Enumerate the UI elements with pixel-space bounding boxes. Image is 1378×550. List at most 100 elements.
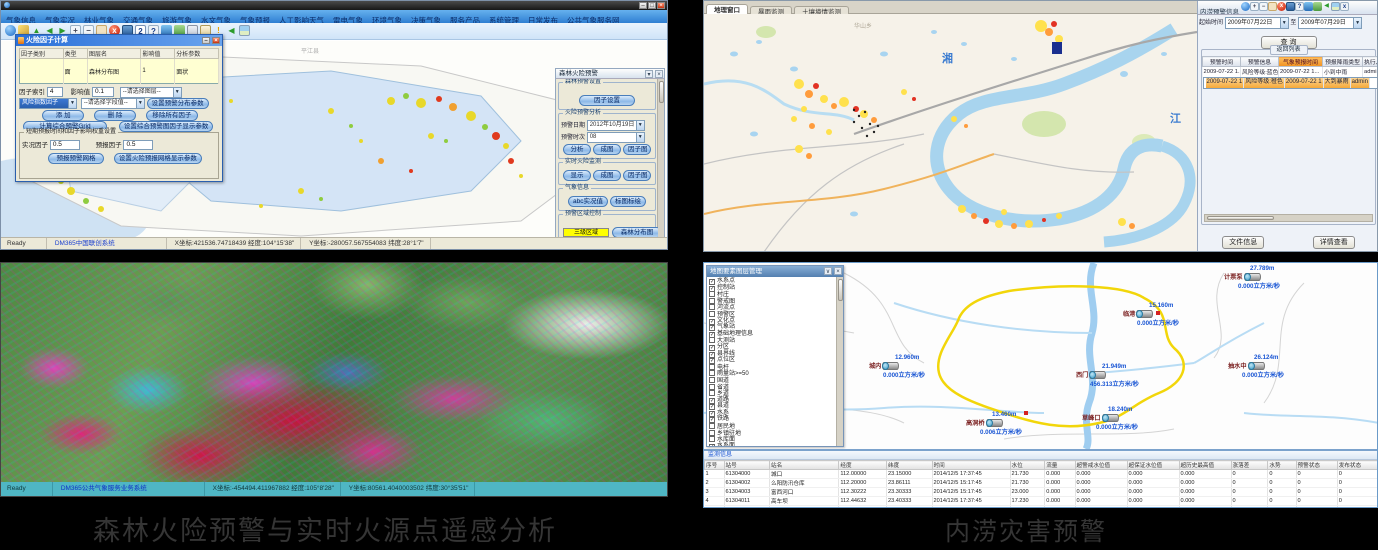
layer-item[interactable]: 警戒图 [709,298,835,305]
station-col-header[interactable]: 纬度 [887,461,933,470]
station-map-canvas[interactable]: 地图要素图层管理 ∨ × ✓水系点✓控制站村庄警戒图河流点预警区✓文化点✓气象站… [704,263,1378,449]
identify-icon[interactable]: ? [1295,2,1304,11]
close-x-icon[interactable]: x [1340,2,1349,11]
remote-sensing-image[interactable] [1,263,667,482]
stop-icon[interactable]: x [1277,2,1286,11]
factor-select[interactable]: 风险指数因子▼ [19,98,77,109]
layer-item[interactable]: 居民地 [709,423,835,430]
station-col-header[interactable]: 水势 [1268,461,1296,470]
impact-input[interactable]: 0.1 [92,87,114,97]
station-col-header[interactable]: 经度 [839,461,887,470]
station-col-header[interactable]: 水位 [1010,461,1045,470]
set-display-button[interactable]: 设置综合预警图因子显示参数 [119,121,214,132]
station-col-header[interactable]: 发布状态 [1337,461,1378,470]
close-button[interactable]: × [657,2,665,9]
layer-checkbox[interactable] [709,430,715,436]
layer-item[interactable]: 电杆 [709,364,835,371]
station-col-header[interactable]: 序号 [705,461,725,470]
factor-table-row[interactable]: 面 森林分布图1 面状 [20,59,219,84]
warning-col-header[interactable]: 预报降雨类型 [1323,57,1363,67]
station-marker[interactable]: 27.789m 计票泵 0.000立方米/秒 [1224,265,1280,290]
station-col-header[interactable]: 预警状态 [1296,461,1337,470]
layer-item[interactable]: ✓县道 [709,403,835,410]
layer-item[interactable]: 乡道 [709,390,835,397]
station-col-header[interactable]: 流量 [1045,461,1075,470]
image-export-icon[interactable] [239,25,250,36]
station-marker[interactable]: 26.124m 抽水中 0.000立方米/秒 [1228,354,1284,379]
station-col-header[interactable]: 超历史最高值 [1179,461,1231,470]
layer-panel-close-button[interactable]: × [834,267,842,275]
file-info-button[interactable]: 文件信息 [1222,236,1264,249]
station-row[interactable]: 461304011高车坝112.4463223.40333 2014/12/5 … [705,497,1378,506]
layer-item[interactable]: ✓点位区 [709,357,835,364]
layer-item[interactable]: 村庄 [709,291,835,298]
layer-item[interactable]: 雨量站>=50 [709,370,835,377]
warning-row[interactable]: 2009-07-22 1...风险等级:蓝色2009-07-22 1...小到中… [1203,67,1378,77]
factor-col-header[interactable]: 分析参数 [175,49,219,59]
date-to-picker[interactable]: 2009年07月29日▼ [1298,17,1362,29]
station-col-header[interactable]: 超保证水位值 [1127,461,1179,470]
layer-item[interactable]: ✓水系面 [709,443,835,446]
forecast-grid-button[interactable]: 预报预警网格 [48,153,104,164]
layer-checkbox[interactable] [709,390,715,396]
pan-hand-icon[interactable] [1268,2,1277,11]
layer-item[interactable]: 预警区 [709,311,835,318]
forecast-factor-input[interactable]: 0.5 [123,140,153,150]
factor-col-header[interactable]: 类型 [63,49,87,59]
layer-checkbox[interactable] [709,298,715,304]
layer-checkbox[interactable] [709,377,715,383]
layer-item[interactable]: ✓基础地理信息 [709,331,835,338]
fire-map-canvas[interactable]: 长沙市 平江县 火险因子计算 – × 因子类别类型图层名影响值分析参数 面 [1,41,667,237]
analysis-button[interactable]: 因子图 [623,144,651,155]
station-col-header[interactable]: 站名 [770,461,839,470]
factor-col-header[interactable]: 图层名 [87,49,140,59]
forecast-display-button[interactable]: 设置火险预报网格显示参数 [114,153,202,164]
layer-checkbox[interactable] [709,436,715,442]
dialog-titlebar[interactable]: 火险因子计算 – × [16,35,222,46]
layer-item[interactable]: 乡镇驻地 [709,430,835,437]
layer-checkbox[interactable]: ✓ [709,444,715,446]
detail-view-button[interactable]: 详情查看 [1313,236,1355,249]
weather-button[interactable]: abc实况值 [568,196,608,207]
maximize-button[interactable]: □ [648,2,656,9]
delete-button[interactable]: 删 除 [94,110,136,121]
factor-col-header[interactable]: 影响值 [141,49,175,59]
warning-col-header[interactable]: 预警信息 [1241,57,1279,67]
warning-col-header[interactable]: 执行人 [1363,57,1378,67]
warning-row[interactable]: 2009-07-22 1风险等级:橙色2009-07-22 1大到暴雨admin [1203,77,1378,89]
layer-item[interactable]: ✓铁路 [709,416,835,423]
warning-time-select[interactable]: 08▼ [587,132,645,143]
layer-item[interactable]: 省道 [709,384,835,391]
add-button[interactable]: 添 加 [42,110,84,121]
layer-item[interactable]: 国道 [709,377,835,384]
layer-checkbox[interactable] [709,384,715,390]
chart-icon[interactable] [1313,2,1322,11]
date-from-picker[interactable]: 2009年07月22日▼ [1225,17,1289,29]
flood-map-canvas[interactable]: 湘 江 华山乡 [704,14,1197,252]
weather-button[interactable]: 标图标绘 [610,196,646,207]
layer-item[interactable]: 河流点 [709,304,835,311]
station-marker[interactable]: 15.160m 临港 0.000立方米/秒 [1123,302,1179,327]
station-col-header[interactable]: 超警戒水位值 [1075,461,1127,470]
realtime-button[interactable]: 成图 [593,170,621,181]
monitor-icon[interactable] [1286,2,1295,11]
factor-col-header[interactable]: 因子类别 [20,49,64,59]
station-col-header[interactable]: 时间 [932,461,1010,470]
remove-all-button[interactable]: 移除所有因子 [146,110,198,121]
station-col-header[interactable]: 涨落差 [1231,461,1268,470]
factor-index-input[interactable]: 4 [47,87,63,97]
zoom-in-icon[interactable]: + [1250,2,1259,11]
status-system-name[interactable]: DM365中国联创系统 [49,238,167,250]
back-arrow-icon[interactable]: ◀ [1322,2,1331,11]
layer-item[interactable]: ✓水系点 [709,278,835,285]
set-distribution-button[interactable]: 设置预警分布参数 [147,98,209,109]
station-row[interactable]: 361304003富西河口112.3022223.30333 2014/12/5… [705,488,1378,497]
layer-checkbox[interactable] [709,337,715,343]
layer-scrollbar[interactable] [836,277,843,446]
layer-panel-titlebar[interactable]: 地图要素图层管理 ∨ × [707,266,843,277]
layer-checkbox[interactable] [709,370,715,376]
realtime-button[interactable]: 因子图 [623,170,651,181]
layer-checkbox[interactable] [709,304,715,310]
layer-checkbox[interactable] [709,364,715,370]
station-marker[interactable]: 21.949m 西门 456.313立方米/秒 [1076,363,1139,388]
